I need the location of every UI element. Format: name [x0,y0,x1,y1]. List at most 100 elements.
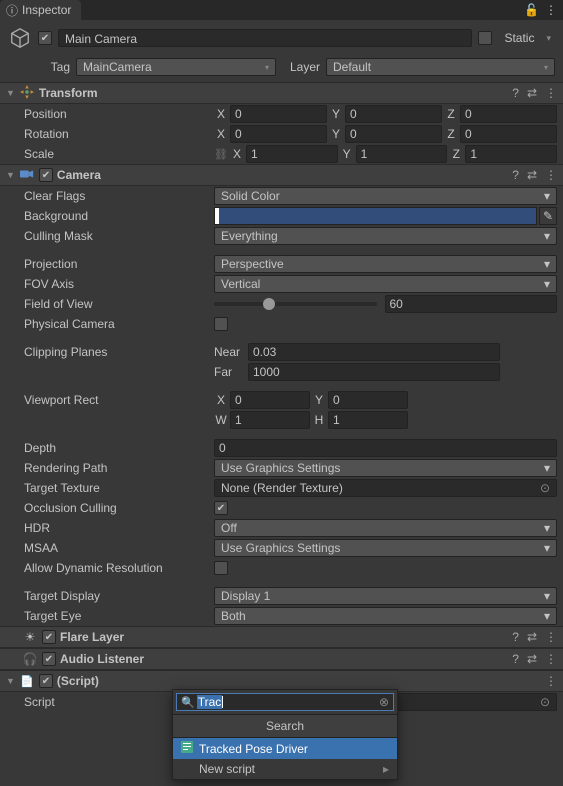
msaa-dropdown[interactable]: Use Graphics Settings▾ [214,539,557,557]
flarelayer-enabled-checkbox[interactable] [42,630,56,644]
transform-header: ▼ Transform ? ⇄ ⋮ [0,82,563,104]
allowdynamic-checkbox[interactable] [214,561,228,575]
tag-label: Tag [42,60,70,74]
preset-icon[interactable]: ⇄ [527,652,537,666]
tab-menu-icon[interactable]: ⋮ [545,3,557,17]
color-picker-icon[interactable]: ✎ [539,207,557,225]
help-icon[interactable]: ? [512,652,519,666]
targeteye-dropdown[interactable]: Both▾ [214,607,557,625]
projection-dropdown[interactable]: Perspective▾ [214,255,557,273]
fov-slider[interactable] [214,302,377,306]
component-menu-icon[interactable]: ⋮ [545,630,557,644]
component-menu-icon[interactable]: ⋮ [545,86,557,100]
fovaxis-dropdown[interactable]: Vertical▾ [214,275,557,293]
slider-handle[interactable] [263,298,275,310]
scale-z-field[interactable]: 1 [465,145,557,163]
audiolistener-title: Audio Listener [60,652,508,666]
position-y-field[interactable]: 0 [345,105,442,123]
viewport-w-field[interactable]: 1 [230,411,310,429]
rotation-label: Rotation [24,127,214,141]
cullingmask-dropdown[interactable]: Everything▾ [214,227,557,245]
tab-bar: ⓘ Inspector 🔓 ⋮ [0,0,563,20]
rotation-x-field[interactable]: 0 [230,125,327,143]
viewport-label: Viewport Rect [24,393,214,407]
hdr-dropdown[interactable]: Off▾ [214,519,557,537]
flarelayer-header: ☀ Flare Layer ?⇄⋮ [0,626,563,648]
scale-y-field[interactable]: 1 [356,145,448,163]
fold-icon[interactable]: ▼ [6,170,15,180]
help-icon[interactable]: ? [512,86,519,100]
rotation-y-field[interactable]: 0 [345,125,442,143]
audiolistener-enabled-checkbox[interactable] [42,652,56,666]
background-label: Background [24,209,214,223]
gameobject-name-field[interactable]: Main Camera [58,29,472,47]
background-color-swatch[interactable] [214,207,537,225]
layer-dropdown[interactable]: Default ▾ [326,58,555,76]
targetdisplay-value: Display 1 [221,589,270,603]
axis-y-label: Y [329,127,343,141]
physicalcamera-checkbox[interactable] [214,317,228,331]
near-field[interactable]: 0.03 [248,343,500,361]
fold-icon[interactable]: ▼ [6,88,15,98]
projection-value: Perspective [221,257,284,271]
headphones-icon: 🎧 [22,652,38,666]
camera-enabled-checkbox[interactable] [39,168,53,182]
preset-icon[interactable]: ⇄ [527,86,537,100]
depth-field[interactable]: 0 [214,439,557,457]
component-menu-icon[interactable]: ⋮ [545,652,557,666]
clearflags-dropdown[interactable]: Solid Color▾ [214,187,557,205]
gameobject-enabled-checkbox[interactable] [38,31,52,45]
clear-search-icon[interactable]: ⊗ [379,695,389,709]
lock-icon[interactable]: 🔓 [524,3,539,17]
far-label: Far [214,365,246,379]
fov-label: Field of View [24,297,214,311]
axis-x-label: X [214,107,228,121]
script-enabled-checkbox[interactable] [39,674,53,688]
constrain-icon[interactable]: ⛓ [214,148,228,161]
fov-field[interactable]: 60 [385,295,558,313]
position-row: Position X0 Y0 Z0 [0,104,563,124]
fold-icon[interactable]: ▼ [6,676,15,686]
viewport-y-field[interactable]: 0 [328,391,408,409]
tag-dropdown[interactable]: MainCamera ▾ [76,58,276,76]
clearflags-label: Clear Flags [24,189,214,203]
renderingpath-dropdown[interactable]: Use Graphics Settings▾ [214,459,557,477]
chevron-right-icon: ▸ [383,762,389,776]
targettexture-field[interactable]: None (Render Texture)⊙ [214,479,557,497]
inspector-tab[interactable]: ⓘ Inspector [0,0,81,20]
position-x-field[interactable]: 0 [230,105,327,123]
search-input[interactable]: 🔍 Trac ⊗ [176,693,394,711]
component-menu-icon[interactable]: ⋮ [545,674,557,688]
search-result-new-script[interactable]: New script ▸ [173,759,397,779]
help-icon[interactable]: ? [512,168,519,182]
hdr-value: Off [221,521,237,535]
preset-icon[interactable]: ⇄ [527,168,537,182]
camera-icon [19,167,35,184]
object-picker-icon[interactable]: ⊙ [540,695,550,709]
viewport-h-field[interactable]: 1 [328,411,408,429]
renderingpath-label: Rendering Path [24,461,214,475]
targetdisplay-dropdown[interactable]: Display 1▾ [214,587,557,605]
far-field[interactable]: 1000 [248,363,500,381]
static-dropdown-arrow[interactable]: ▾ [542,33,555,44]
viewport-x-field[interactable]: 0 [230,391,310,409]
component-menu-icon[interactable]: ⋮ [545,168,557,182]
search-result-tracked-pose-driver[interactable]: Tracked Pose Driver [173,738,397,759]
axis-x-label: X [214,393,228,407]
object-picker-icon[interactable]: ⊙ [540,481,550,495]
search-title: Search [173,714,397,738]
occlusion-checkbox[interactable] [214,501,228,515]
preset-icon[interactable]: ⇄ [527,630,537,644]
search-item-label: Tracked Pose Driver [199,742,308,756]
axis-y-label: Y [340,147,354,161]
gameobject-header: Main Camera Static ▾ [0,20,563,56]
layer-label: Layer [282,60,320,74]
position-label: Position [24,107,214,121]
position-z-field[interactable]: 0 [460,105,557,123]
help-icon[interactable]: ? [512,630,519,644]
rotation-z-field[interactable]: 0 [460,125,557,143]
axis-h-label: H [312,413,326,427]
clearflags-value: Solid Color [221,189,280,203]
static-checkbox[interactable] [478,31,492,45]
scale-x-field[interactable]: 1 [246,145,338,163]
